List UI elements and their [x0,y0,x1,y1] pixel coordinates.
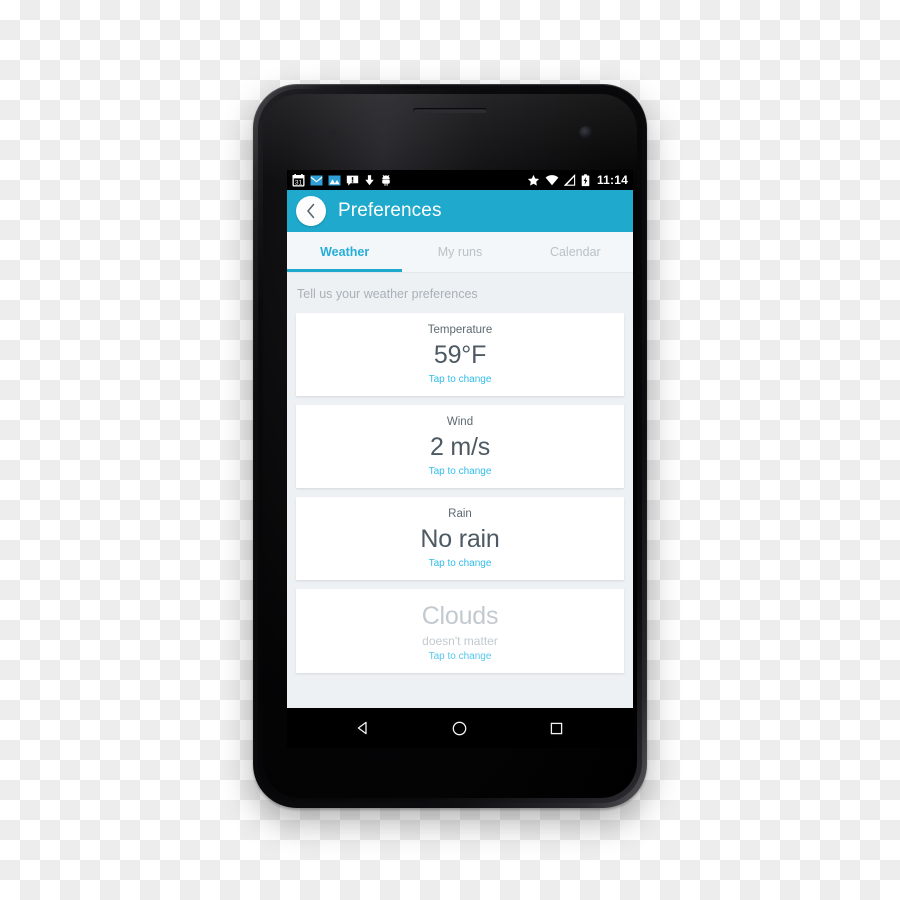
tab-calendar[interactable]: Calendar [518,232,633,272]
card-label: Wind [446,416,474,428]
front-camera-icon [579,126,593,140]
page-title: Preferences [338,200,442,221]
preference-card-rain[interactable]: Rain No rain Tap to change [296,497,624,580]
phone-screen: 31 11:14 Preferences Weather My runs Cal… [287,170,633,708]
square-icon [550,722,563,734]
back-chevron-icon [307,203,315,219]
preference-card-wind[interactable]: Wind 2 m/s Tap to change [296,405,624,488]
preference-card-temperature[interactable]: Temperature 59°F Tap to change [296,313,624,396]
preferences-list: Tell us your weather preferences Tempera… [287,273,633,708]
card-action-link[interactable]: Tap to change [304,557,616,571]
circle-icon [453,721,467,735]
battery-charging-icon [581,173,590,186]
card-subtitle: doesn't matter [422,634,498,648]
status-bar-notification-icons: 31 [292,173,527,187]
light-sensor-icon [329,130,337,138]
card-label: Rain [448,508,472,520]
nav-recents-button[interactable] [534,708,580,748]
gallery-icon [328,175,341,185]
svg-text:31: 31 [295,179,303,186]
card-value: 2 m/s [429,433,491,461]
email-icon [310,175,323,185]
tab-bar: Weather My runs Calendar [287,232,633,273]
star-icon [527,174,540,186]
triangle-left-icon [358,721,367,735]
back-navigation-button[interactable] [296,196,326,226]
card-value: No rain [420,525,500,553]
tab-weather[interactable]: Weather [287,232,403,272]
message-alert-icon [346,175,359,186]
preference-card-clouds[interactable]: Clouds doesn't matter Tap to change [296,589,624,673]
system-navigation-bar [287,708,633,748]
nav-back-button[interactable] [340,708,386,748]
device-glass: 31 11:14 Preferences Weather My runs Cal… [263,94,637,798]
card-value: 59°F [433,341,487,369]
earpiece-speaker-icon [413,108,487,113]
calendar-icon: 31 [292,173,305,186]
action-bar: Preferences [287,190,633,232]
wifi-icon [545,174,559,185]
download-icon [365,174,374,185]
card-label: Temperature [427,324,493,336]
signal-no-service-icon [563,173,576,186]
card-action-link[interactable]: Tap to change [304,373,616,387]
card-value: Clouds [421,602,499,630]
status-bar-system-icons: 11:14 [527,173,628,187]
phone-device: 31 11:14 Preferences Weather My runs Cal… [253,84,647,808]
card-action-link[interactable]: Tap to change [304,465,616,479]
proximity-sensor-icon [313,130,321,138]
status-bar: 31 11:14 [287,170,633,190]
status-bar-clock: 11:14 [596,173,628,187]
android-debug-icon [382,174,390,186]
tab-my-runs[interactable]: My runs [402,232,517,272]
nav-home-button[interactable] [437,708,483,748]
section-title: Tell us your weather preferences [297,287,478,301]
card-action-link[interactable]: Tap to change [304,650,616,664]
